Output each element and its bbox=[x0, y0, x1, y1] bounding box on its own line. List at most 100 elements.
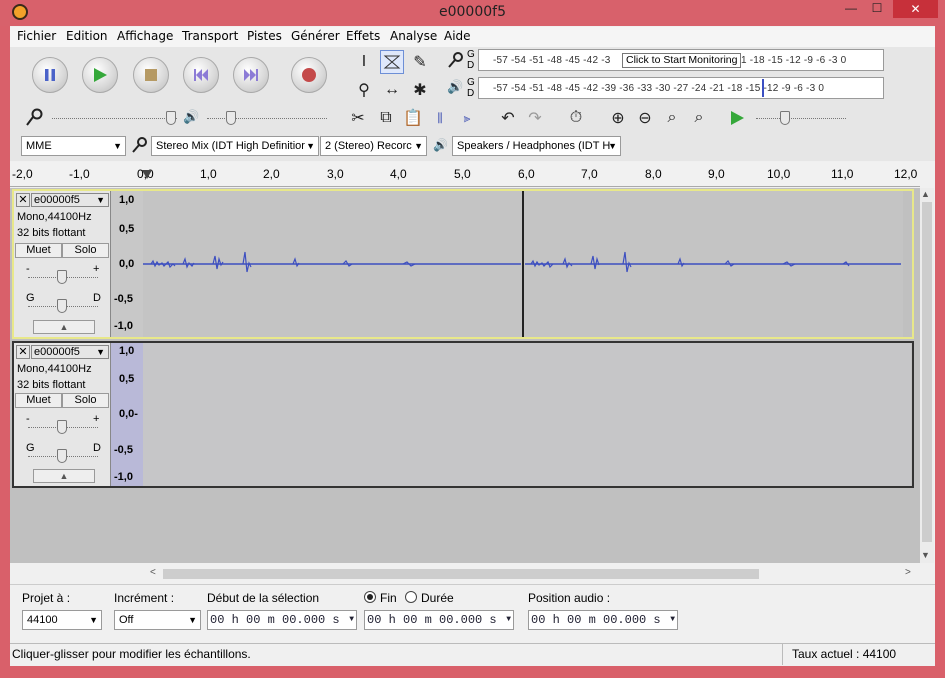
input-channels-select[interactable]: 2 (Stereo) Recorc ▼ bbox=[320, 136, 427, 156]
scroll-right-icon[interactable]: > bbox=[905, 567, 911, 578]
time-shift-tool[interactable]: ↔ bbox=[380, 78, 404, 102]
zoom-in-button[interactable]: ⊕ bbox=[606, 106, 630, 130]
stop-button[interactable] bbox=[133, 57, 169, 93]
gain-plus-label: + bbox=[93, 413, 100, 425]
close-window-button[interactable]: ✕ bbox=[893, 0, 938, 18]
skip-to-start-button[interactable] bbox=[183, 57, 219, 93]
skip-to-end-button[interactable] bbox=[233, 57, 269, 93]
menu-aide[interactable]: Aide bbox=[444, 29, 471, 43]
status-divider bbox=[782, 644, 783, 665]
minimize-button[interactable]: — bbox=[838, 0, 864, 18]
menu-edition[interactable]: Edition bbox=[66, 29, 108, 43]
selection-end-time[interactable]: 00 h 00 m 00.000 s ▼ bbox=[364, 610, 514, 630]
pan-thumb[interactable] bbox=[57, 449, 67, 463]
sync-lock-button[interactable]: ⏱ bbox=[564, 106, 588, 130]
menu-analyse[interactable]: Analyse bbox=[390, 29, 437, 43]
record-meter-mic-icon[interactable] bbox=[447, 51, 465, 69]
scroll-left-icon[interactable]: < bbox=[150, 567, 156, 578]
duration-radio-label: Durée bbox=[421, 591, 454, 605]
fit-selection-icon: ⌕ bbox=[667, 109, 677, 126]
undo-button[interactable]: ↶ bbox=[496, 106, 520, 130]
audio-position-time[interactable]: 00 h 00 m 00.000 s ▼ bbox=[528, 610, 678, 630]
ruler-tick-label: 6,0 bbox=[518, 167, 535, 181]
envelope-tool[interactable] bbox=[380, 50, 404, 74]
menu-pistes[interactable]: Pistes bbox=[247, 29, 282, 43]
mute-button[interactable]: Muet bbox=[15, 393, 62, 408]
play-button[interactable] bbox=[82, 57, 118, 93]
close-track-icon[interactable]: ✕ bbox=[16, 193, 30, 207]
cut-button[interactable]: ✂ bbox=[346, 106, 370, 130]
record-meter-scale: -57 -54 -51 -48 -45 -42 -3 bbox=[493, 55, 611, 66]
pause-button[interactable] bbox=[32, 57, 68, 93]
fit-project-button[interactable]: ⌕ bbox=[687, 106, 711, 130]
copy-button[interactable]: ⧉ bbox=[374, 106, 398, 130]
record-meter[interactable]: -57 -54 -51 -48 -45 -42 -3 Click to Star… bbox=[478, 49, 884, 71]
mute-button[interactable]: Muet bbox=[15, 243, 62, 258]
output-volume-slider[interactable] bbox=[207, 118, 327, 119]
selection-tool[interactable]: I bbox=[352, 50, 376, 74]
fit-selection-button[interactable]: ⌕ bbox=[660, 106, 684, 130]
redo-button[interactable]: ↷ bbox=[523, 106, 547, 130]
playhead-marker[interactable] bbox=[142, 170, 152, 179]
track-name-menu[interactable]: e00000f5 ▼ bbox=[31, 345, 109, 359]
close-track-icon[interactable]: ✕ bbox=[16, 345, 30, 359]
gain-thumb[interactable] bbox=[57, 420, 67, 434]
playback-peak-marker bbox=[762, 79, 764, 97]
input-volume-thumb[interactable] bbox=[166, 111, 176, 125]
vertical-scale[interactable]: 1,0 0,5 0,0- -0,5 -1,0 bbox=[111, 343, 143, 486]
collapse-track-button[interactable]: ▲ bbox=[33, 469, 95, 483]
project-rate-select[interactable]: 44100 ▼ bbox=[22, 610, 102, 630]
monitor-hint[interactable]: Click to Start Monitoring bbox=[622, 53, 742, 68]
audio-host-select[interactable]: MME ▼ bbox=[21, 136, 126, 156]
collapse-track-button[interactable]: ▲ bbox=[33, 320, 95, 334]
snap-to-select[interactable]: Off ▼ bbox=[114, 610, 201, 630]
scale-label: 1,0 bbox=[119, 194, 135, 206]
output-device-select[interactable]: Speakers / Headphones (IDT H ▼ bbox=[452, 136, 621, 156]
duration-radio[interactable] bbox=[405, 591, 417, 603]
input-device-select[interactable]: Stereo Mix (IDT High Definitior ▼ bbox=[151, 136, 319, 156]
vertical-scrollbar[interactable]: ▲ ▼ bbox=[920, 188, 934, 563]
draw-tool[interactable]: ✎ bbox=[408, 50, 432, 74]
menu-effets[interactable]: Effets bbox=[346, 29, 380, 43]
gain-minus-label: - bbox=[26, 413, 30, 425]
input-device-mic-icon bbox=[131, 136, 149, 154]
playback-meter-speaker-icon[interactable]: 🔊 bbox=[447, 79, 465, 97]
ruler-tick-label: 3,0 bbox=[327, 167, 344, 181]
vertical-scale[interactable]: 1,0 0,5 0,0 -0,5 -1,0 bbox=[111, 191, 143, 337]
play-speed-slider[interactable] bbox=[756, 118, 846, 119]
output-volume-thumb[interactable] bbox=[226, 111, 236, 125]
vertical-scroll-thumb[interactable] bbox=[922, 202, 932, 542]
gain-thumb[interactable] bbox=[57, 270, 67, 284]
maximize-button[interactable]: ☐ bbox=[864, 0, 890, 18]
trim-button[interactable]: ⫼ bbox=[428, 106, 452, 130]
track-name-menu[interactable]: e00000f5 ▼ bbox=[31, 193, 109, 207]
waveform-area[interactable] bbox=[143, 343, 911, 486]
menu-fichier[interactable]: Fichier bbox=[17, 29, 56, 43]
horizontal-scrollbar[interactable]: < > bbox=[140, 566, 920, 582]
paste-button[interactable]: 📋 bbox=[401, 106, 425, 130]
scale-label: 0,0- bbox=[119, 408, 138, 420]
play-at-speed-button[interactable] bbox=[725, 106, 749, 130]
horizontal-scroll-thumb[interactable] bbox=[163, 569, 759, 579]
menu-generer[interactable]: Générer bbox=[291, 29, 340, 43]
zoom-out-button[interactable]: ⊖ bbox=[633, 106, 657, 130]
snap-to-label: Incrément : bbox=[114, 591, 175, 605]
solo-button[interactable]: Solo bbox=[62, 243, 109, 258]
silence-button[interactable]: ⫸ bbox=[455, 106, 479, 130]
scroll-down-icon[interactable]: ▼ bbox=[921, 550, 930, 560]
waveform-area[interactable] bbox=[143, 191, 903, 337]
playback-meter[interactable]: -57 -54 -51 -48 -45 -42 -39 -36 -33 -30 … bbox=[478, 77, 884, 99]
track-bit-depth: 32 bits flottant bbox=[17, 227, 86, 239]
scroll-up-icon[interactable]: ▲ bbox=[921, 189, 930, 199]
input-volume-slider[interactable] bbox=[52, 118, 177, 119]
pan-thumb[interactable] bbox=[57, 299, 67, 313]
record-button[interactable] bbox=[291, 57, 327, 93]
end-radio[interactable] bbox=[364, 591, 376, 603]
solo-button[interactable]: Solo bbox=[62, 393, 109, 408]
selection-start-time[interactable]: 00 h 00 m 00.000 s ▼ bbox=[207, 610, 357, 630]
multi-tool[interactable]: ✱ bbox=[408, 78, 432, 102]
menu-transport[interactable]: Transport bbox=[182, 29, 238, 43]
menu-affichage[interactable]: Affichage bbox=[117, 29, 173, 43]
play-speed-thumb[interactable] bbox=[780, 111, 790, 125]
zoom-tool[interactable]: ⚲ bbox=[352, 78, 376, 102]
